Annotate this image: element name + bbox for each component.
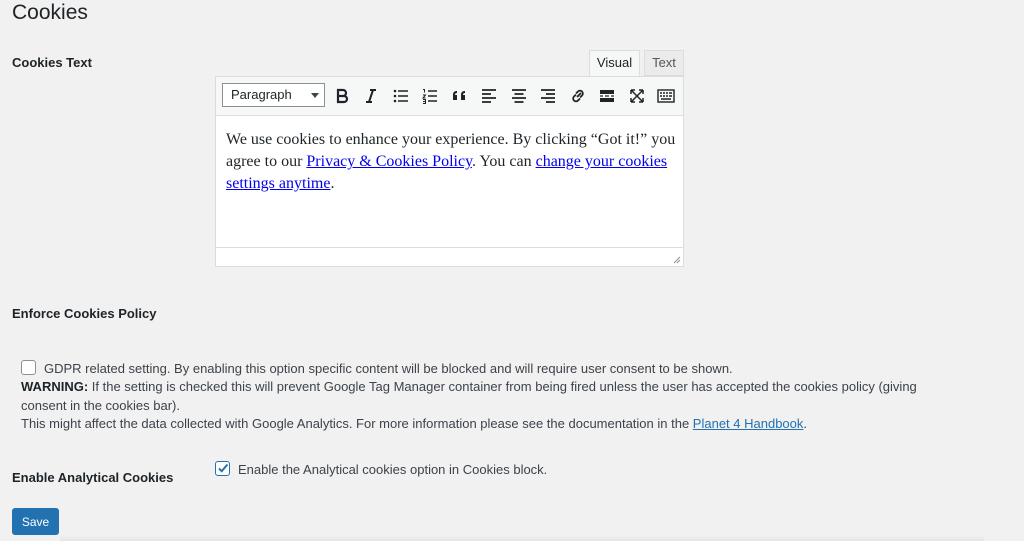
read-more-icon	[600, 90, 614, 102]
italic-icon	[366, 89, 376, 103]
link-button[interactable]	[566, 84, 590, 108]
enforce-cookies-checkbox[interactable]	[21, 360, 36, 375]
analytics-note-suffix: .	[803, 416, 808, 431]
editor-toolbar: Paragraph	[216, 77, 683, 116]
align-center-icon	[512, 89, 526, 103]
checkmark-icon	[218, 463, 229, 473]
analytical-cookies-checkbox[interactable]	[215, 461, 230, 476]
cookies-text-label: Cookies Text	[12, 55, 92, 70]
handbook-link[interactable]: Planet 4 Handbook	[693, 416, 804, 431]
editor-statusbar	[216, 247, 683, 266]
numbered-list-icon	[421, 89, 437, 104]
bold-icon	[336, 88, 349, 104]
warning-text: If the setting is checked this will prev…	[88, 379, 917, 394]
tab-text[interactable]: Text	[644, 50, 684, 76]
toolbar-toggle-button[interactable]	[654, 84, 678, 108]
bulleted-list-icon	[393, 89, 408, 103]
fullscreen-button[interactable]	[625, 84, 649, 108]
align-right-button[interactable]	[536, 84, 560, 108]
enforce-warning: WARNING: If the setting is checked this …	[21, 379, 917, 394]
editor-content[interactable]: We use cookies to enhance your experienc…	[226, 129, 676, 195]
blockquote-button[interactable]	[448, 84, 472, 108]
numbered-list-button[interactable]	[418, 84, 442, 108]
enforce-cookies-label: Enforce Cookies Policy	[12, 306, 157, 321]
chevron-down-icon	[311, 93, 319, 98]
tab-visual[interactable]: Visual	[589, 50, 640, 76]
analytical-cookies-description: Enable the Analytical cookies option in …	[238, 462, 548, 477]
blockquote-icon	[453, 91, 465, 100]
warning-label: WARNING:	[21, 379, 89, 394]
page-title: Cookies	[12, 1, 88, 24]
analytics-note-text: This might affect the data collected wit…	[21, 416, 693, 431]
enforce-analytics-note: This might affect the data collected wit…	[21, 416, 807, 431]
save-button[interactable]: Save	[12, 508, 59, 535]
cookies-text-part3: .	[330, 175, 335, 192]
privacy-policy-link[interactable]: Privacy & Cookies Policy	[306, 153, 472, 170]
enforce-warning-cont: consent in the cookies bar).	[21, 398, 180, 413]
cookies-text-editor: Paragraph We use cookies to enhance your…	[215, 76, 684, 267]
format-select-value: Paragraph	[231, 87, 292, 102]
align-left-icon	[482, 89, 496, 103]
link-icon	[572, 89, 584, 103]
analytical-cookies-label: Enable Analytical Cookies	[12, 470, 174, 485]
italic-button[interactable]	[359, 84, 383, 108]
read-more-button[interactable]	[595, 84, 619, 108]
fullscreen-icon	[630, 89, 644, 103]
align-right-icon	[541, 89, 555, 103]
enforce-description: GDPR related setting. By enabling this o…	[44, 361, 733, 376]
cookies-text-part2: . You can	[472, 153, 536, 170]
resize-handle-icon[interactable]	[671, 254, 681, 264]
align-center-button[interactable]	[507, 84, 531, 108]
format-select[interactable]: Paragraph	[222, 83, 325, 107]
footer-shadow	[60, 535, 984, 541]
toolbar-toggle-icon	[657, 89, 675, 103]
align-left-button[interactable]	[477, 84, 501, 108]
bold-button[interactable]	[330, 84, 354, 108]
bulleted-list-button[interactable]	[389, 84, 413, 108]
